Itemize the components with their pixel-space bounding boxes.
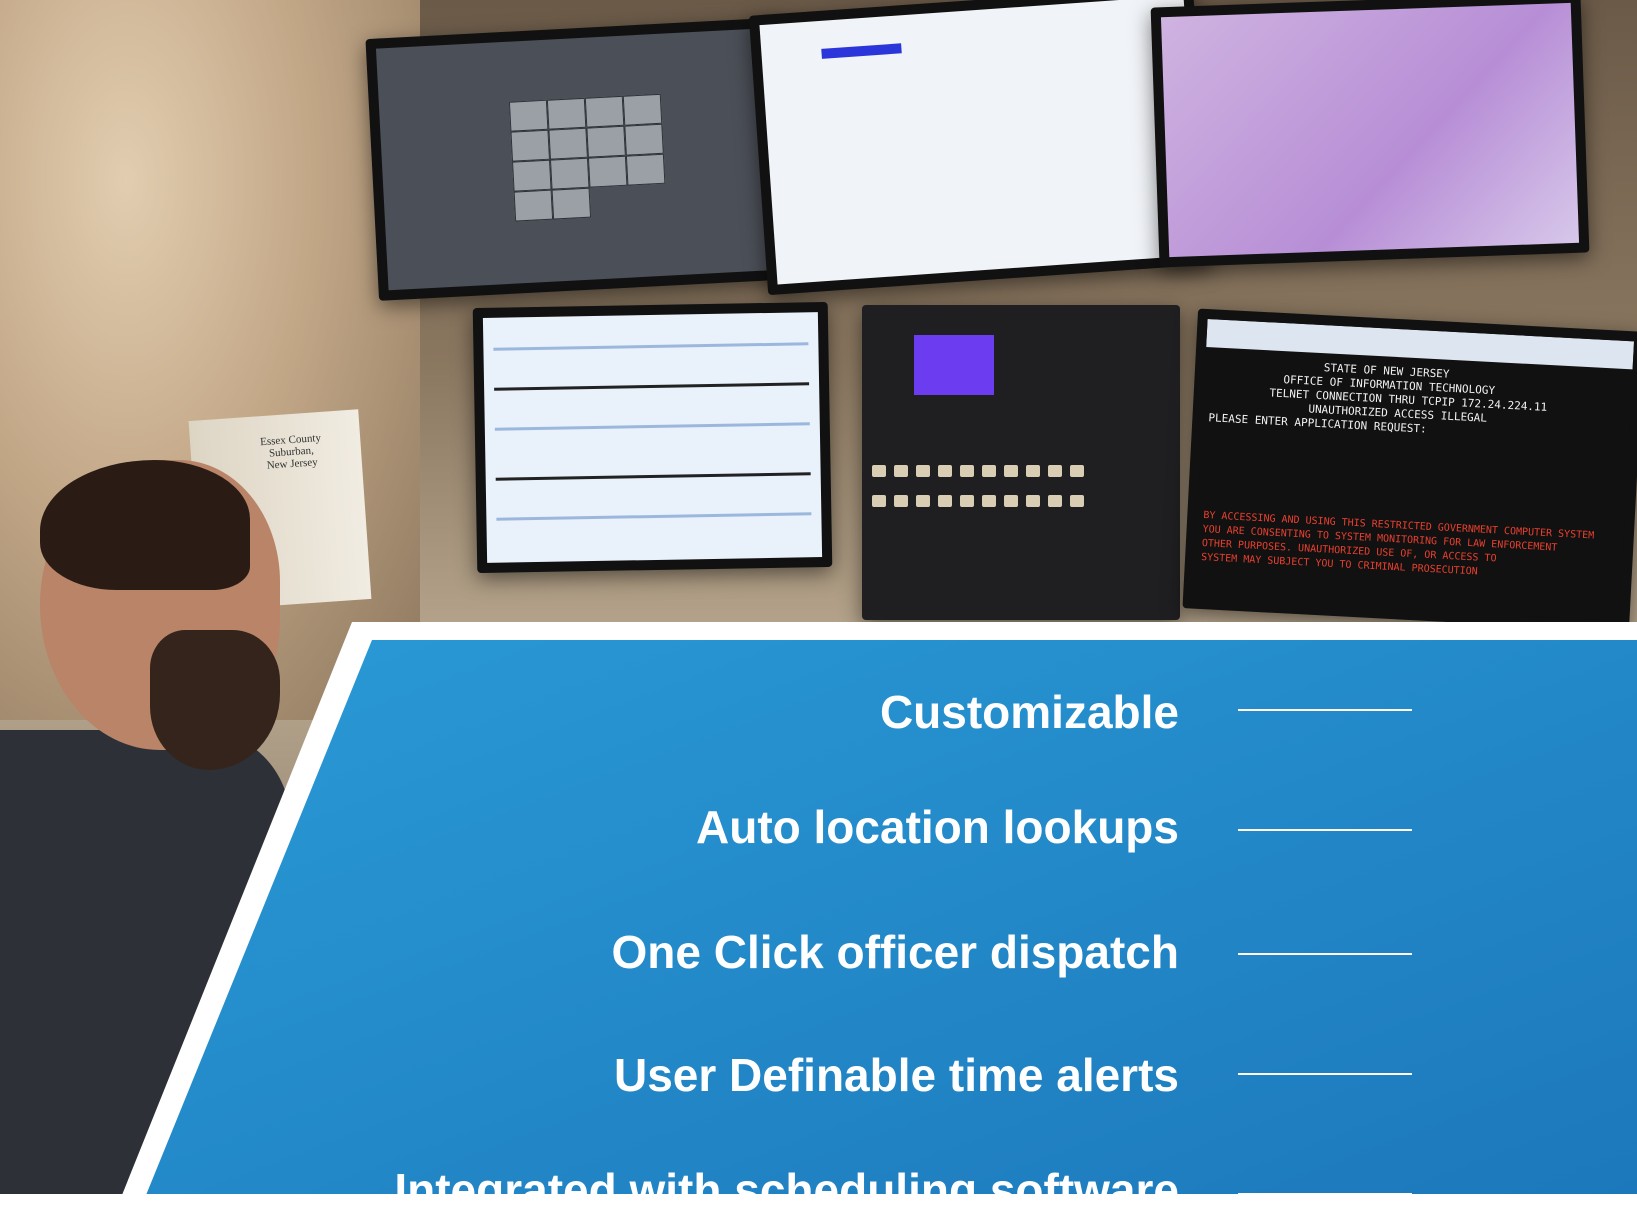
feature-scheduling-integration: Integrated with scheduling software [394, 1164, 1179, 1216]
feature-divider [1238, 1073, 1412, 1075]
feature-divider [1238, 709, 1412, 711]
feature-one-click-dispatch: One Click officer dispatch [611, 926, 1179, 978]
feature-auto-location: Auto location lookups [696, 801, 1179, 853]
feature-panel-graphic [0, 622, 1637, 1200]
feature-divider [1238, 829, 1412, 831]
feature-time-alerts: User Definable time alerts [613, 1049, 1179, 1101]
feature-divider [1238, 953, 1412, 955]
feature-divider [1238, 1193, 1412, 1195]
feature-customizable: Customizable [879, 686, 1179, 738]
